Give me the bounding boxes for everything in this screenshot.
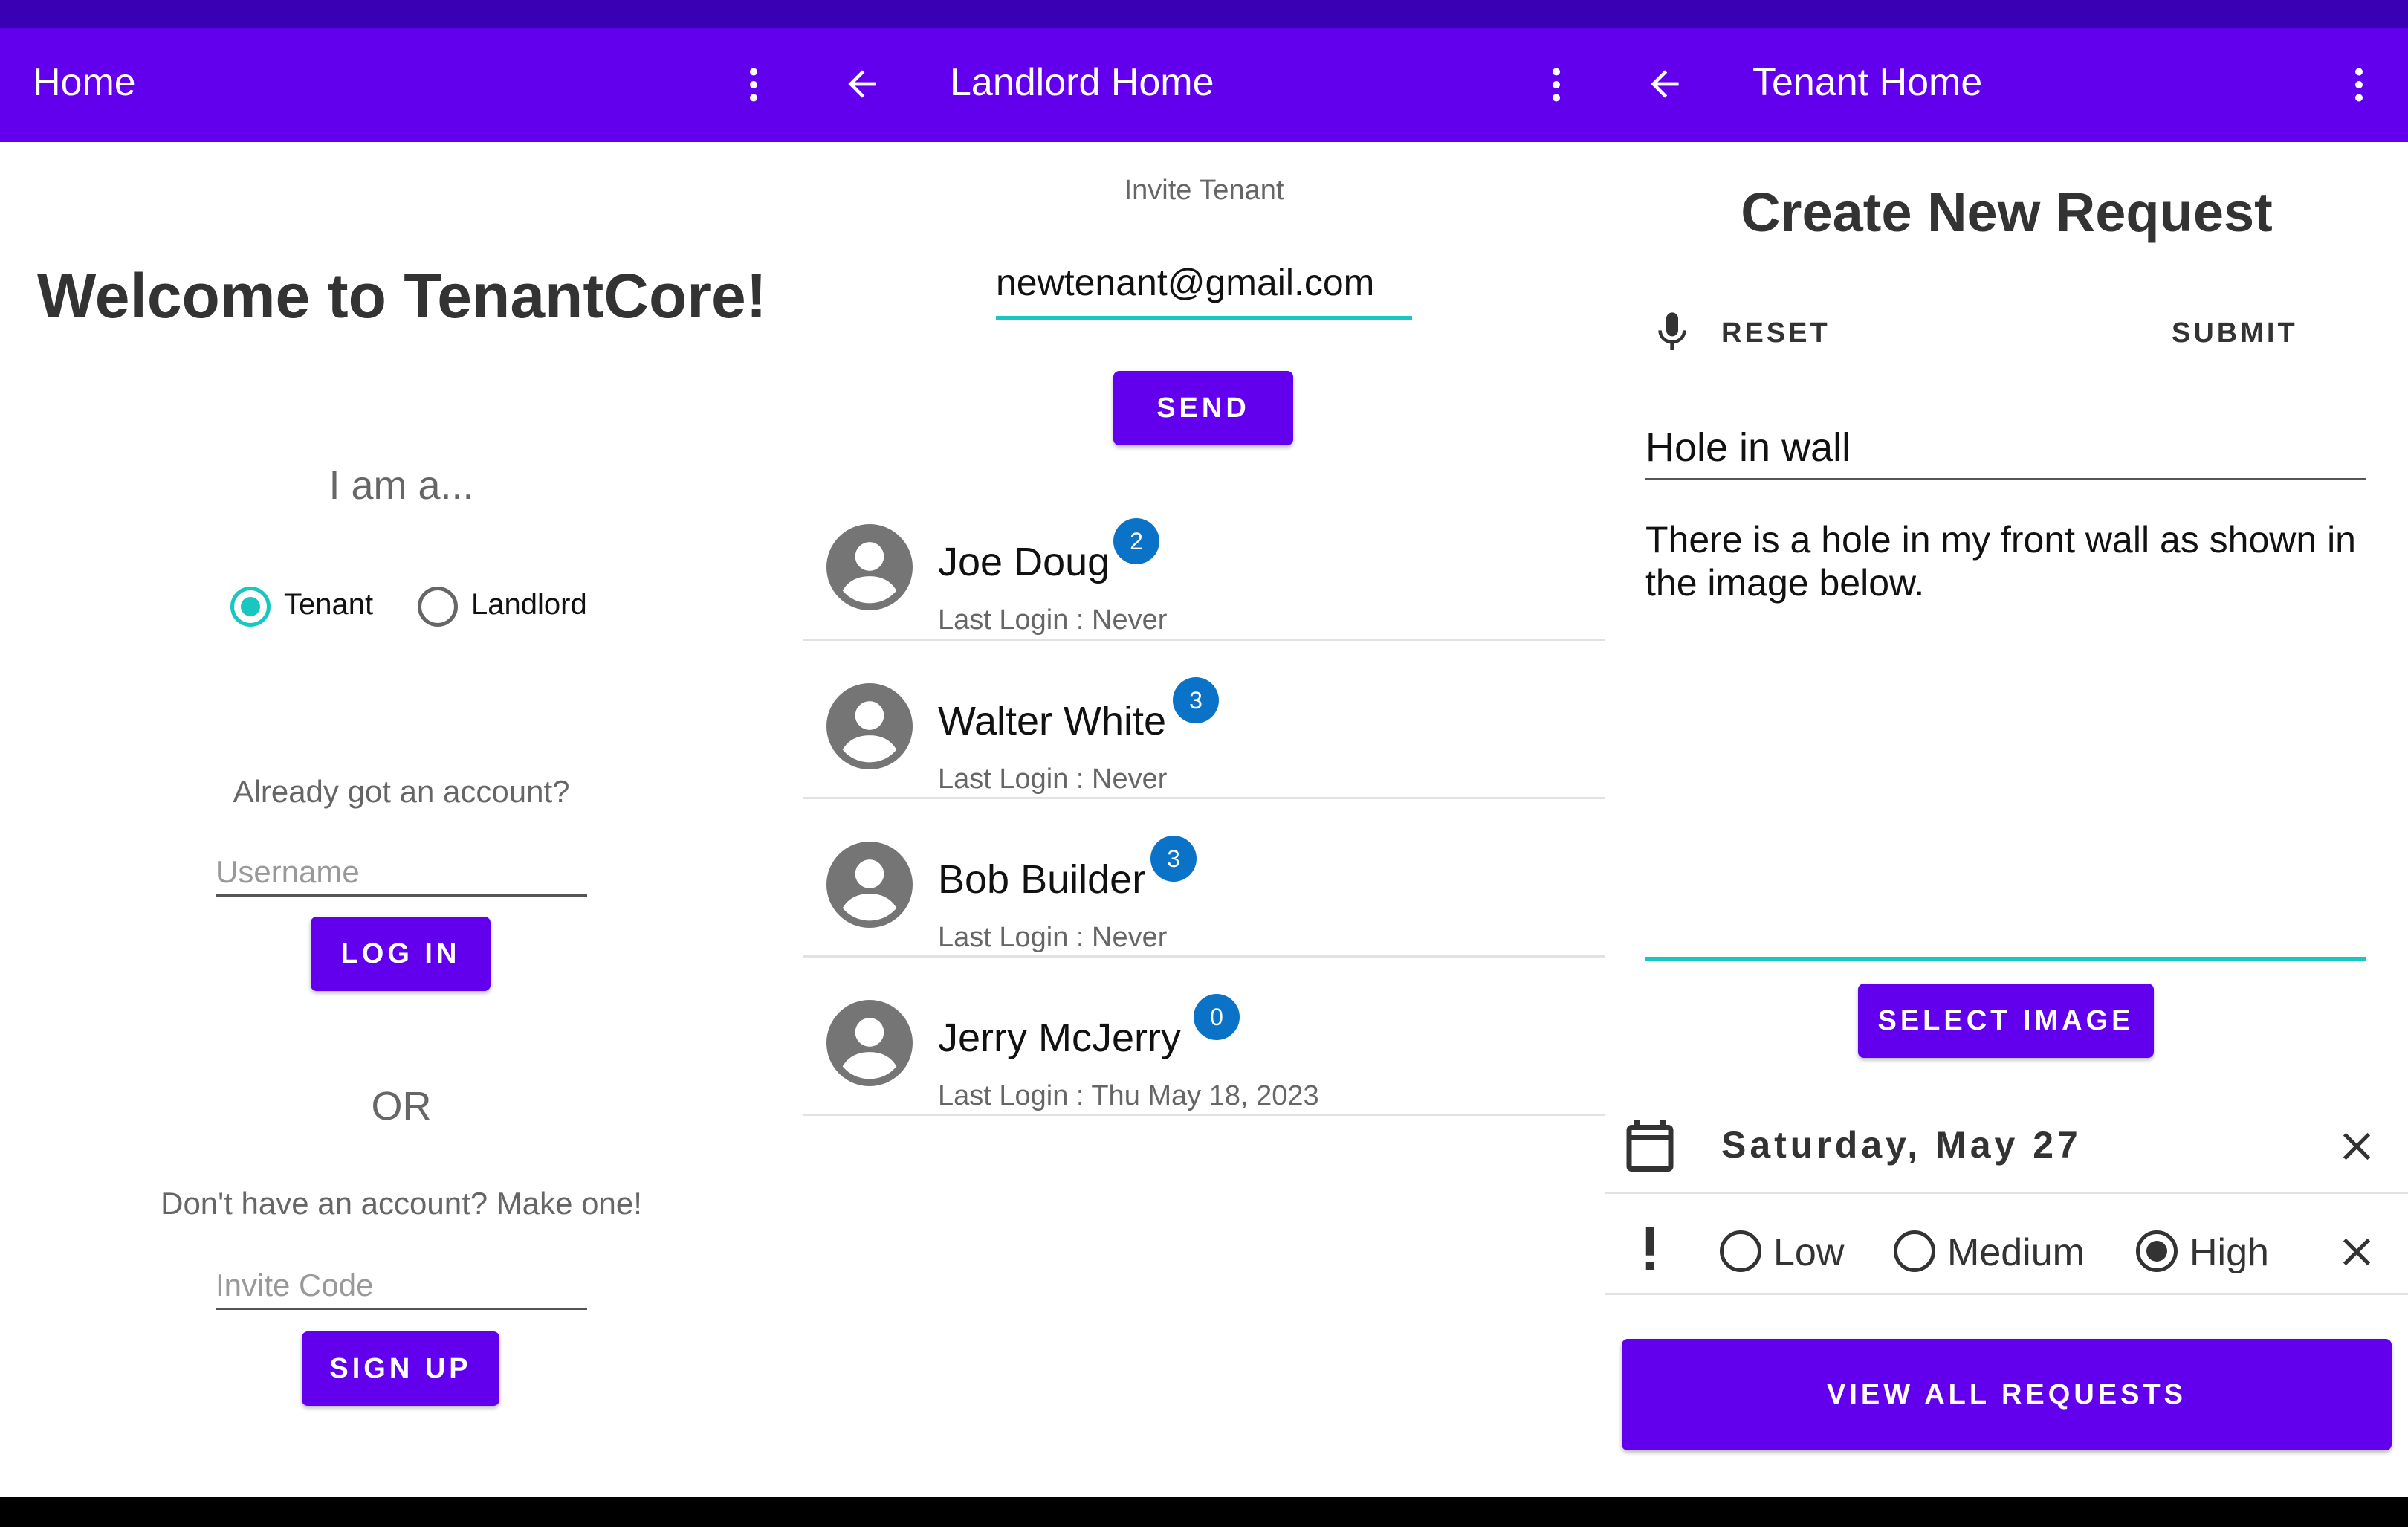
- select-image-button[interactable]: SELECT IMAGE: [1858, 984, 2154, 1058]
- list-divider: [803, 955, 1605, 958]
- invite-email-value: newtenant@gmail.com: [996, 262, 1375, 303]
- notification-badge: 3: [1150, 836, 1197, 882]
- more-vert-icon[interactable]: [1534, 62, 1579, 107]
- tenant-list-item[interactable]: Joe Doug 2 Last Login : Never: [803, 493, 1605, 642]
- app-bar-title: Home: [33, 61, 136, 104]
- priority-medium-radio[interactable]: Medium: [1891, 1217, 2099, 1284]
- submit-button[interactable]: SUBMIT: [2172, 317, 2298, 349]
- radio-label: Tenant: [284, 588, 374, 621]
- tenant-name: Jerry McJerry: [938, 1016, 1181, 1060]
- radio-selected-indicator: [2136, 1230, 2178, 1272]
- welcome-heading: Welcome to TenantCore!: [37, 261, 767, 331]
- status-bar: [0, 0, 2408, 28]
- radio-label: Landlord: [471, 588, 587, 621]
- account-circle-icon: [826, 524, 913, 610]
- request-description-input[interactable]: There is a hole in my front wall as show…: [1645, 518, 2366, 964]
- date-row[interactable]: Saturday, May 27: [1605, 1098, 2408, 1195]
- tenant-last-login: Last Login : Never: [938, 922, 1168, 953]
- radio-unselected-indicator: [418, 587, 458, 627]
- tenant-radio[interactable]: Tenant: [227, 576, 391, 636]
- radio-label: Medium: [1947, 1231, 2085, 1274]
- landlord-home-screen: Landlord Home Invite Tenant newtenant@gm…: [803, 28, 1605, 1497]
- account-circle-icon: [826, 842, 913, 928]
- calendar-icon[interactable]: [1619, 1114, 1681, 1177]
- invite-code-input[interactable]: Invite Code: [216, 1262, 587, 1314]
- invite-tenant-label: Invite Tenant: [1124, 175, 1284, 206]
- reset-button[interactable]: RESET: [1721, 317, 1831, 349]
- radio-selected-indicator: [230, 587, 271, 627]
- log-in-button[interactable]: LOG IN: [311, 917, 491, 991]
- priority-row: Low Medium High: [1605, 1204, 2408, 1300]
- app-bar-title: Landlord Home: [950, 61, 1214, 104]
- view-all-requests-button[interactable]: VIEW ALL REQUESTS: [1622, 1339, 2392, 1450]
- tenant-last-login: Last Login : Thu May 18, 2023: [938, 1080, 1319, 1111]
- account-circle-icon: [826, 1000, 913, 1086]
- clear-priority-icon[interactable]: [2334, 1229, 2380, 1275]
- tenant-last-login: Last Login : Never: [938, 604, 1168, 636]
- role-prompt: I am a...: [328, 463, 474, 508]
- exclamation-icon: [1645, 1227, 1654, 1270]
- request-description-value: There is a hole in my front wall as show…: [1645, 519, 2356, 604]
- radio-label: High: [2189, 1231, 2269, 1274]
- notification-badge: 3: [1173, 677, 1219, 723]
- invite-email-input[interactable]: newtenant@gmail.com: [996, 258, 1412, 325]
- list-divider: [803, 797, 1605, 799]
- login-prompt: Already got an account?: [233, 774, 570, 809]
- request-heading: Create New Request: [1741, 181, 2273, 243]
- or-divider-label: OR: [371, 1084, 432, 1129]
- more-vert-icon[interactable]: [731, 62, 776, 107]
- tenant-app-bar: Tenant Home: [1605, 28, 2408, 142]
- signup-prompt: Don't have an account? Make one!: [161, 1186, 642, 1221]
- tenant-name: Bob Builder: [938, 857, 1146, 902]
- tenant-name: Joe Doug: [938, 540, 1110, 584]
- row-divider: [1605, 1293, 2408, 1295]
- arrow-back-icon[interactable]: [841, 63, 883, 105]
- list-divider: [803, 639, 1605, 641]
- priority-high-radio[interactable]: High: [2133, 1217, 2297, 1284]
- request-title-input[interactable]: Hole in wall: [1645, 419, 2366, 485]
- tenant-name: Walter White: [938, 699, 1167, 743]
- tenant-last-login: Last Login : Never: [938, 764, 1168, 795]
- tenant-list-item[interactable]: Jerry McJerry 0 Last Login : Thu May 18,…: [803, 969, 1605, 1117]
- radio-unselected-indicator: [1720, 1230, 1761, 1272]
- invite-code-placeholder: Invite Code: [216, 1268, 374, 1302]
- priority-low-radio[interactable]: Low: [1717, 1217, 1865, 1284]
- username-input[interactable]: Username: [216, 848, 587, 900]
- tenant-list-item[interactable]: Bob Builder 3 Last Login : Never: [803, 810, 1605, 959]
- list-divider: [803, 1114, 1605, 1116]
- date-value: Saturday, May 27: [1721, 1124, 2082, 1166]
- more-vert-icon[interactable]: [2337, 62, 2381, 107]
- landlord-radio[interactable]: Landlord: [415, 576, 608, 636]
- username-placeholder: Username: [216, 854, 360, 889]
- request-title-value: Hole in wall: [1645, 425, 1851, 470]
- home-screen: Home Welcome to TenantCore! I am a... Te…: [0, 28, 803, 1497]
- sign-up-button[interactable]: SIGN UP: [302, 1331, 499, 1406]
- app-bar-title: Tenant Home: [1752, 61, 1983, 104]
- radio-unselected-indicator: [1894, 1230, 1935, 1272]
- row-divider: [1605, 1192, 2408, 1194]
- notification-badge: 2: [1113, 518, 1159, 564]
- radio-label: Low: [1773, 1231, 1845, 1274]
- system-navigation-bar: [0, 1497, 2408, 1527]
- send-button[interactable]: SEND: [1113, 371, 1293, 445]
- tenant-list-item[interactable]: Walter White 3 Last Login : Never: [803, 652, 1605, 801]
- microphone-icon[interactable]: [1648, 309, 1696, 356]
- tenant-home-screen: Tenant Home Create New Request RESET SUB…: [1605, 28, 2408, 1497]
- notification-badge: 0: [1194, 994, 1240, 1040]
- landlord-app-bar: Landlord Home: [803, 28, 1605, 142]
- home-app-bar: Home: [0, 28, 803, 142]
- account-circle-icon: [826, 683, 913, 769]
- clear-date-icon[interactable]: [2334, 1123, 2380, 1169]
- arrow-back-icon[interactable]: [1644, 63, 1686, 105]
